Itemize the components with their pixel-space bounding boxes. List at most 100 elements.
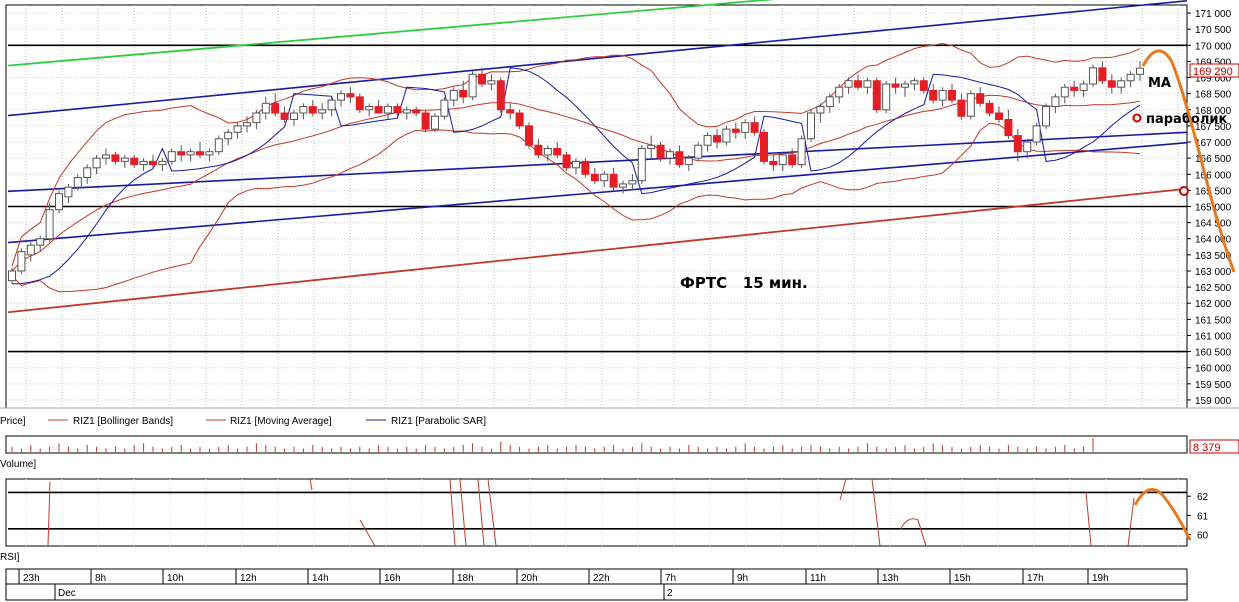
- time-tick-label: 15h: [954, 573, 971, 584]
- volume-pane: [5, 435, 1188, 454]
- candle-body-up: [402, 109, 411, 114]
- candle-body-up: [337, 93, 345, 101]
- candle-body-down: [675, 151, 684, 166]
- parabolic-label: параболик: [1146, 112, 1227, 127]
- candle-body-up: [807, 112, 815, 140]
- price-tick-label: 161 500: [1195, 315, 1232, 326]
- candle-body-up: [8, 270, 16, 282]
- candle-body-down: [280, 112, 289, 120]
- time-tick-label: 17h: [1027, 573, 1044, 584]
- candle-body-down: [769, 160, 778, 166]
- candle: [515, 109, 524, 130]
- rsi-tick-label: 60: [1197, 531, 1209, 542]
- rsi-tick-label: 61: [1197, 511, 1209, 522]
- candle-body-up: [83, 167, 92, 178]
- price-tick-label: 160 500: [1195, 348, 1232, 359]
- candle-body-down: [177, 151, 186, 156]
- time-tick-label: 19h: [1092, 573, 1109, 584]
- time-tick-label: 7h: [665, 573, 676, 584]
- price-tick-label: 162 000: [1195, 299, 1232, 310]
- candle-body-down: [1070, 86, 1079, 91]
- date-label: 2: [667, 588, 673, 599]
- price-tick-label: 164 000: [1195, 235, 1232, 246]
- candle: [1032, 122, 1041, 146]
- candle: [807, 109, 815, 143]
- candle-body-up: [666, 151, 674, 159]
- candle-body-up: [102, 154, 110, 159]
- legend-bollinger: RIZ1 [Bollinger Bands]: [73, 416, 173, 427]
- candle: [694, 142, 703, 162]
- candle-body-down: [1107, 80, 1116, 88]
- candle-body-up: [882, 83, 891, 111]
- candle-body-down: [355, 96, 364, 111]
- price-tick-label: 166 000: [1195, 170, 1232, 181]
- candle-body-down: [393, 106, 402, 114]
- candle-body-up: [572, 160, 580, 169]
- candle-body-down: [421, 112, 430, 130]
- candle-body-up: [619, 183, 627, 188]
- candle-body-up: [1042, 106, 1050, 127]
- candle-body-up: [318, 109, 327, 114]
- candle-body-down: [854, 80, 862, 88]
- rsi-label: RSI]: [0, 552, 20, 563]
- candle-body-up: [26, 244, 35, 256]
- candle-body-down: [1098, 67, 1107, 82]
- candle: [468, 71, 477, 101]
- time-tick-label: 8h: [95, 573, 106, 584]
- price-tick-label: 162 500: [1195, 283, 1232, 294]
- candle: [722, 125, 731, 146]
- candle-body-up: [36, 238, 45, 246]
- current-price-label: 169 290: [1193, 66, 1233, 78]
- candle-body-up: [449, 89, 458, 101]
- candle: [966, 90, 975, 120]
- candle-body-down: [374, 106, 383, 114]
- candle-body-up: [694, 144, 703, 159]
- candle-body-up: [120, 157, 129, 162]
- candle-body-up: [1089, 67, 1097, 85]
- candle-body-down: [562, 154, 571, 169]
- ma-label: MA: [1148, 76, 1171, 91]
- price-tick-label: 165 500: [1195, 186, 1232, 197]
- candle-body-down: [891, 83, 900, 88]
- price-tick-label: 161 000: [1195, 331, 1232, 342]
- candle-body-up: [205, 151, 214, 156]
- candle-body-up: [1060, 86, 1069, 98]
- candle-body-down: [149, 160, 157, 166]
- candle-body-up: [243, 122, 251, 127]
- candle-body-down: [459, 89, 468, 98]
- candle-body-down: [929, 89, 938, 101]
- candle-body-up: [92, 157, 101, 169]
- candle-body-down: [515, 112, 524, 127]
- volume-value: 8 379: [1193, 442, 1221, 454]
- time-tick-label: 16h: [384, 573, 401, 584]
- parabolic-marker: [1132, 113, 1142, 123]
- candle-body-up: [1117, 80, 1126, 88]
- candle-body-up: [252, 112, 261, 124]
- candle: [431, 113, 439, 133]
- volume-label: Volume]: [0, 459, 36, 470]
- candle-body-up: [703, 135, 712, 146]
- candle-body-up: [64, 186, 73, 198]
- candle-body-down: [788, 154, 797, 166]
- candle-body-down: [976, 93, 985, 104]
- candle-body-down: [308, 106, 317, 114]
- candle-body-up: [543, 147, 552, 156]
- candle-body-up: [1032, 125, 1041, 143]
- candle: [562, 151, 571, 172]
- rsi-tick-label: 62: [1197, 492, 1209, 503]
- candle-body-up: [637, 147, 646, 182]
- candle-body-up: [741, 122, 750, 133]
- candle-body-down: [1013, 135, 1022, 153]
- time-tick-label: 22h: [593, 573, 610, 584]
- candle-body-down: [995, 112, 1003, 120]
- candle-body-down: [985, 102, 994, 114]
- candle-body-up: [825, 96, 834, 108]
- time-tick-label: 20h: [521, 573, 538, 584]
- candle-body-down: [590, 173, 599, 182]
- candle-body-down: [581, 160, 590, 175]
- candle: [882, 80, 891, 114]
- candle: [214, 135, 223, 155]
- candle-body-up: [600, 173, 609, 182]
- candle-body-down: [553, 147, 562, 156]
- candle-body-down: [534, 144, 543, 156]
